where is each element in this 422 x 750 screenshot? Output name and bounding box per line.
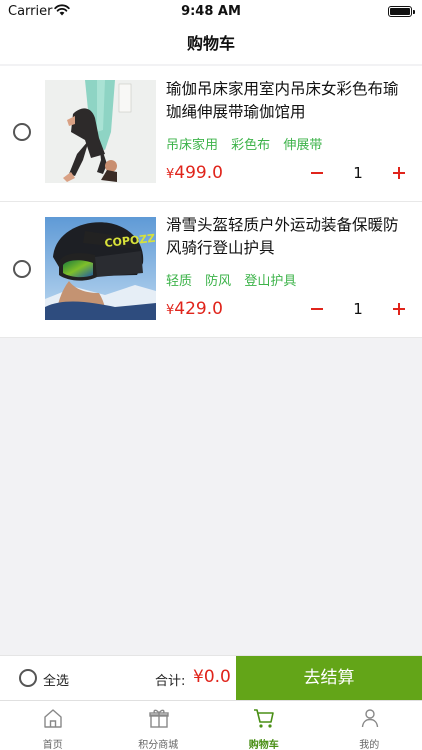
item-select-radio[interactable] (13, 260, 31, 278)
quantity-stepper: 1 (306, 298, 410, 322)
product-tag: 登山护具 (244, 274, 297, 289)
minus-icon[interactable] (306, 162, 328, 184)
product-image[interactable] (45, 80, 156, 183)
quantity-value: 1 (353, 164, 363, 182)
user-icon (361, 709, 378, 728)
product-title[interactable]: 滑雪头盔轻质户外运动装备保暖防风骑行登山护具 (166, 214, 412, 260)
gift-icon (148, 709, 169, 728)
tab-label: 购物车 (248, 740, 279, 750)
page-title: 购物车 (186, 34, 235, 53)
product-price: ¥429.0 (166, 299, 223, 319)
minus-icon[interactable] (306, 298, 328, 320)
plus-icon[interactable] (388, 162, 410, 184)
product-image[interactable]: COPOZZ (45, 217, 156, 320)
product-tag: 轻质 (166, 274, 193, 289)
product-tag: 吊床家用 (166, 138, 219, 153)
tab-label: 首页 (42, 740, 63, 750)
tab-points-mall[interactable]: 积分商城 (106, 701, 212, 750)
total-label: 合计: (155, 674, 186, 689)
clock: 9:48 AM (181, 4, 241, 19)
tab-cart[interactable]: 购物车 (211, 701, 317, 750)
status-bar: Carrier 9:48 AM (0, 0, 422, 24)
tab-bar: 首页 积分商城 购物车 我的 (0, 700, 422, 750)
price-value: 429.0 (174, 299, 223, 319)
product-tags: 吊床家用 彩色布 伸展带 (166, 134, 331, 153)
nav-bar: 购物车 (0, 24, 422, 64)
cart-item[interactable]: COPOZZ 滑雪头盔轻质户外运动装备保暖防风骑行登山护具 轻质 防风 登山护具… (0, 202, 422, 338)
product-tags: 轻质 防风 登山护具 (166, 270, 305, 289)
price-value: 499.0 (174, 163, 223, 183)
plus-icon[interactable] (388, 298, 410, 320)
tab-label: 我的 (359, 740, 380, 750)
cart-list: 瑜伽吊床家用室内吊床女彩色布瑜珈绳伸展带瑜伽馆用 吊床家用 彩色布 伸展带 ¥4… (0, 66, 422, 338)
product-tag: 防风 (205, 274, 232, 289)
total-value: ¥0.0 (193, 667, 231, 687)
quantity-stepper: 1 (306, 162, 410, 186)
checkout-button[interactable]: 去结算 (236, 656, 422, 701)
battery-icon (388, 6, 415, 17)
product-price: ¥499.0 (166, 163, 223, 183)
product-tag: 彩色布 (231, 138, 271, 153)
product-tag: 伸展带 (283, 138, 323, 153)
select-all-radio[interactable] (19, 669, 37, 687)
tab-home[interactable]: 首页 (0, 701, 106, 750)
item-select-radio[interactable] (13, 123, 31, 141)
tab-mine[interactable]: 我的 (317, 701, 422, 750)
cart-icon (254, 709, 274, 728)
checkout-bar: 全选 合计: ¥0.0 去结算 (0, 655, 422, 701)
shopping-cart-screen: Carrier 9:48 AM 购物车 瑜伽吊床家用室内吊床女彩色布瑜珈绳伸展带… (0, 0, 422, 750)
quantity-value: 1 (353, 300, 363, 318)
tab-label: 积分商城 (138, 740, 179, 750)
select-all-label[interactable]: 全选 (43, 670, 69, 689)
product-title[interactable]: 瑜伽吊床家用室内吊床女彩色布瑜珈绳伸展带瑜伽馆用 (166, 78, 412, 124)
home-icon (44, 709, 62, 728)
cart-item[interactable]: 瑜伽吊床家用室内吊床女彩色布瑜珈绳伸展带瑜伽馆用 吊床家用 彩色布 伸展带 ¥4… (0, 66, 422, 202)
